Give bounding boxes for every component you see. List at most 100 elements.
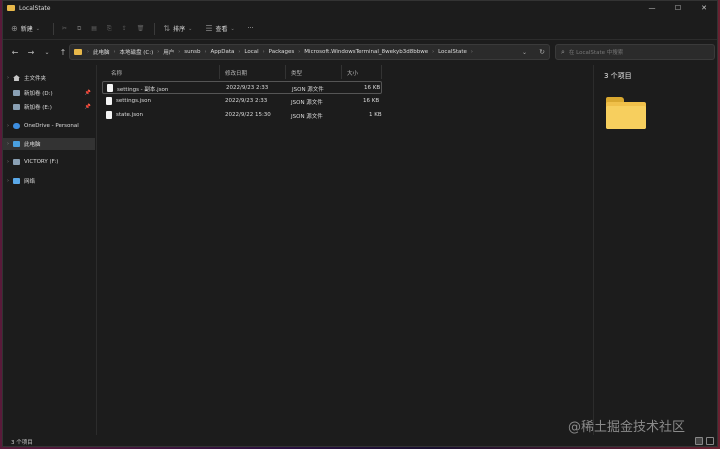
trash-icon: 🗑 xyxy=(136,25,145,32)
view-button[interactable]: ☰ 查看 ⌄ xyxy=(205,24,237,33)
breadcrumb-item[interactable]: Local xyxy=(244,49,258,55)
copy-icon: ⧉ xyxy=(76,24,82,32)
history-dropdown-icon[interactable]: ⌄ xyxy=(522,49,527,56)
breadcrumb-item[interactable]: 本地磁盘 (C:) xyxy=(120,48,154,56)
chevron-right-icon[interactable]: › xyxy=(3,159,13,165)
view-icon: ☰ xyxy=(205,24,213,33)
home-icon xyxy=(13,75,20,81)
column-divider[interactable] xyxy=(285,65,286,79)
drive-icon xyxy=(13,90,20,96)
sidebar-item-network[interactable]: › 网络 xyxy=(3,175,95,187)
tiles-view-icon[interactable] xyxy=(706,437,714,445)
maximize-button[interactable]: ☐ xyxy=(665,1,691,15)
sidebar-item-label: 网络 xyxy=(24,179,36,185)
drive-icon xyxy=(13,159,20,165)
chevron-right-icon: › xyxy=(238,49,241,55)
refresh-icon[interactable]: ↻ xyxy=(539,48,545,56)
sidebar-item-victory[interactable]: › VICTORY (F:) xyxy=(3,156,95,168)
file-type: JSON 源文件 xyxy=(292,87,324,93)
column-header-size[interactable]: 大小 xyxy=(347,69,358,77)
sidebar-item-this-pc[interactable]: › 此电脑 xyxy=(3,138,95,150)
chevron-right-icon: › xyxy=(157,49,160,55)
new-button[interactable]: ⊕ 新建 ⌄ xyxy=(11,24,43,33)
sidebar-item-drive-e[interactable]: 新加卷 (E:) 📌 xyxy=(3,101,95,113)
breadcrumb-item[interactable]: sunsb xyxy=(184,49,200,55)
sidebar-item-onedrive[interactable]: › OneDrive - Personal xyxy=(3,120,95,132)
chevron-right-icon[interactable]: › xyxy=(3,141,13,147)
share-icon: ⇪ xyxy=(121,25,127,32)
divider xyxy=(154,22,156,35)
sidebar-item-drive-d[interactable]: 新加卷 (D:) 📌 xyxy=(3,87,95,99)
file-row[interactable]: state.json 2022/9/22 15:30 JSON 源文件 1 KB xyxy=(102,109,382,122)
details-pane: 3 个项目 xyxy=(593,65,719,435)
plus-circle-icon: ⊕ xyxy=(11,24,18,33)
sidebar-item-label: 新加卷 (E:) xyxy=(24,105,52,111)
navigation-pane: › 主文件夹 新加卷 (D:) 📌 新加卷 (E:) 📌 › OneDrive - Pe… xyxy=(3,65,95,435)
paste-button[interactable]: ▤ xyxy=(91,25,97,32)
chevron-right-icon: › xyxy=(432,49,435,55)
chevron-right-icon: › xyxy=(298,49,301,55)
breadcrumb-item[interactable]: Microsoft.WindowsTerminal_8wekyb3d8bbwe xyxy=(304,49,428,55)
breadcrumb-item[interactable]: 此电脑 xyxy=(93,48,110,56)
forward-arrow-icon[interactable]: → xyxy=(27,48,35,57)
file-type: JSON 源文件 xyxy=(291,114,323,120)
chevron-right-icon: › xyxy=(262,49,265,55)
file-size: 1 KB xyxy=(369,112,382,118)
details-view-icon[interactable] xyxy=(695,437,703,445)
share-button[interactable]: ⇪ xyxy=(122,25,127,32)
divider xyxy=(52,22,54,35)
recent-chevron-icon[interactable]: ⌄ xyxy=(43,49,51,56)
rename-button[interactable]: ⎘ xyxy=(107,25,112,33)
search-placeholder: 在 LocalState 中搜索 xyxy=(568,50,624,56)
column-divider[interactable] xyxy=(219,65,220,79)
column-header-name[interactable]: 名称 xyxy=(111,69,122,77)
breadcrumb-item[interactable]: 用户 xyxy=(163,48,174,56)
column-divider[interactable] xyxy=(341,65,342,79)
breadcrumb-item[interactable]: AppData xyxy=(210,49,234,55)
chevron-down-icon: ⌄ xyxy=(188,25,193,32)
file-date: 2022/9/22 15:30 xyxy=(225,112,271,118)
file-size: 16 KB xyxy=(363,98,380,104)
view-label: 查看 xyxy=(215,26,228,33)
close-button[interactable]: ✕ xyxy=(691,1,717,15)
copy-button[interactable]: ⧉ xyxy=(77,25,81,33)
pin-icon[interactable]: 📌 xyxy=(85,104,91,110)
folder-icon xyxy=(7,5,15,11)
computer-icon xyxy=(13,141,20,147)
chevron-right-icon: › xyxy=(178,49,181,55)
chevron-right-icon[interactable]: › xyxy=(3,123,13,129)
sidebar-item-home[interactable]: › 主文件夹 xyxy=(3,72,95,84)
sort-button[interactable]: ⇅ 排序 ⌄ xyxy=(163,24,195,33)
breadcrumb-item[interactable]: Packages xyxy=(269,49,295,55)
minimize-button[interactable]: — xyxy=(639,1,665,15)
file-name: settings - 副本.json xyxy=(117,87,169,93)
column-header-date[interactable]: 修改日期 xyxy=(225,69,247,77)
item-count-heading: 3 个项目 xyxy=(604,72,632,80)
command-bar: ⊕ 新建 ⌄ ✂ ⧉ ▤ ⎘ ⇪ 🗑 ⇅ 排序 ⌄ ☰ 查看 ⌄ ··· xyxy=(3,18,717,40)
network-icon xyxy=(13,178,20,184)
delete-button[interactable]: 🗑 xyxy=(137,25,145,32)
chevron-right-icon[interactable]: › xyxy=(3,178,13,184)
file-icon xyxy=(107,84,113,92)
pane-divider[interactable] xyxy=(96,65,97,435)
drive-icon xyxy=(13,104,20,110)
pin-icon[interactable]: 📌 xyxy=(85,90,91,96)
status-bar: 3 个项目 xyxy=(3,435,717,447)
up-arrow-icon[interactable]: ↑ xyxy=(59,48,67,57)
file-row[interactable]: settings - 副本.json 2022/9/23 2:33 JSON 源… xyxy=(102,81,382,94)
file-date: 2022/9/23 2:33 xyxy=(226,85,269,91)
search-box[interactable]: ⌕ 在 LocalState 中搜索 xyxy=(555,44,715,60)
breadcrumb-item[interactable]: LocalState xyxy=(438,49,467,55)
file-name: state.json xyxy=(116,112,143,118)
more-button[interactable]: ··· xyxy=(248,25,254,32)
column-divider[interactable] xyxy=(381,65,382,79)
title-bar[interactable]: LocalState — ☐ ✕ xyxy=(3,1,717,15)
address-bar[interactable]: › 此电脑 › 本地磁盘 (C:) › 用户 › sunsb › AppData › Lo… xyxy=(69,44,550,60)
file-size: 16 KB xyxy=(364,85,381,91)
column-header-type[interactable]: 类型 xyxy=(291,69,302,77)
file-row[interactable]: settings.json 2022/9/23 2:33 JSON 源文件 16… xyxy=(102,95,382,108)
address-row: ← → ⌄ ↑ › 此电脑 › 本地磁盘 (C:) › 用户 › sunsb › App… xyxy=(3,41,717,63)
chevron-right-icon[interactable]: › xyxy=(3,75,13,81)
cut-button[interactable]: ✂ xyxy=(62,25,67,32)
back-arrow-icon[interactable]: ← xyxy=(11,48,19,57)
